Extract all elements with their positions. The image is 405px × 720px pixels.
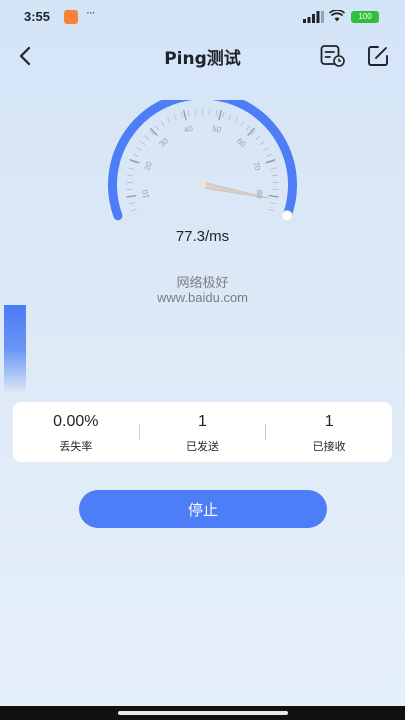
gauge-end-dot [281, 210, 293, 222]
gauge-minor-tick [180, 112, 184, 118]
gauge-major-tick [268, 194, 279, 198]
stop-button[interactable]: 停止 [79, 490, 327, 528]
stat-value: 1 [198, 413, 207, 430]
gauge-tick-label: 60 [235, 136, 248, 149]
gauge-tick-label: 40 [183, 124, 194, 135]
latency-bar [4, 305, 26, 393]
wifi-icon [329, 10, 345, 22]
gauge-track [108, 100, 297, 221]
gauge-tick-label: 80 [254, 189, 264, 200]
stat-sent: 1 已发送 [140, 402, 266, 462]
gauge-minor-tick [144, 135, 150, 140]
host-address: www.baidu.com [156, 290, 249, 305]
edit-icon[interactable] [366, 44, 390, 68]
app-notification-icon [64, 10, 78, 24]
gauge-minor-tick [228, 114, 232, 121]
gauge-minor-tick [167, 117, 171, 124]
gauge-minor-tick [270, 167, 277, 170]
gauge-minor-tick [127, 174, 134, 177]
stat-value: 1 [324, 413, 334, 430]
gauge-minor-tick [128, 167, 135, 170]
ping-value: 77.3/ms [175, 228, 230, 245]
gauge-tick-label: 20 [143, 160, 155, 172]
stat-label: 已发送 [186, 440, 219, 453]
signal-icon [303, 11, 324, 23]
gauge-minor-tick [194, 109, 197, 116]
gauge-tick-label: 70 [251, 160, 263, 172]
history-log-icon[interactable] [320, 44, 346, 68]
gauge-minor-tick [259, 141, 265, 146]
stat-loss-rate: 0.00% 丢失率 [13, 402, 139, 462]
gauge-tick-label: 10 [141, 188, 151, 199]
gauge-minor-tick [136, 147, 142, 151]
ping-gauge: 10203040 50607080 [108, 100, 297, 222]
gauge-minor-tick [263, 147, 269, 151]
stat-value: 0.00% [53, 413, 99, 430]
status-bar: 3:55 ··· 100 [0, 0, 405, 34]
gauge-minor-tick [140, 141, 146, 146]
gauge-minor-tick [130, 208, 137, 212]
gauge-major-tick [126, 194, 137, 198]
gauge-minor-tick [271, 174, 278, 177]
gauge-minor-tick [154, 125, 160, 131]
stat-label: 已接收 [312, 440, 346, 453]
gauge-minor-tick [270, 202, 277, 205]
gauge-hub [198, 181, 207, 189]
home-indicator[interactable] [118, 711, 288, 715]
gauge-minor-tick [221, 112, 225, 118]
gauge-minor-tick [255, 135, 261, 140]
gauge-minor-tick [268, 208, 275, 212]
gauge-minor-tick [234, 117, 238, 124]
gauge-major-tick [218, 110, 222, 121]
gauge-minor-tick [187, 110, 190, 117]
gauge-minor-tick [266, 153, 273, 157]
gauge-minor-tick [132, 153, 139, 157]
network-status: 网络极好 [176, 276, 229, 291]
gauge-minor-tick [240, 121, 245, 127]
stat-received: 1 已接收 [266, 402, 392, 462]
stats-card: 0.00% 丢失率 1 已发送 1 已接收 [13, 402, 392, 462]
battery-icon: 100 [351, 11, 379, 23]
gauge-tick-label: 30 [157, 136, 170, 149]
gauge-major-tick [183, 110, 187, 121]
gauge-minor-tick [128, 202, 135, 205]
gauge-minor-tick [160, 121, 165, 127]
gauge-tick-label: 50 [211, 124, 222, 135]
gauge-minor-tick [245, 125, 251, 131]
gauge-minor-tick [215, 110, 218, 117]
nav-bar: Ping测试 [0, 34, 405, 78]
gauge-minor-tick [173, 114, 177, 121]
status-time: 3:55 [24, 9, 51, 24]
stat-label: 丢失率 [59, 440, 93, 453]
gauge-minor-tick [208, 109, 211, 116]
more-notifications-icon: ··· [86, 6, 96, 20]
